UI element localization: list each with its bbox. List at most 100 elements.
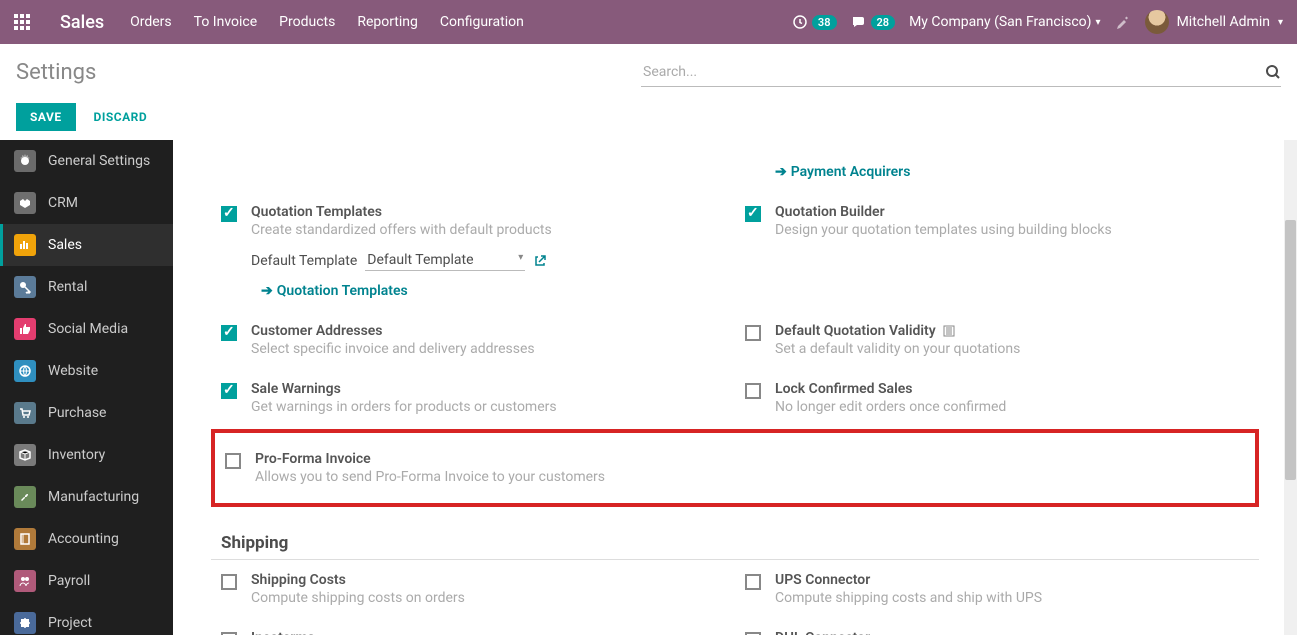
topbar: Sales Orders To Invoice Products Reporti… <box>0 0 1297 44</box>
lock-confirmed-checkbox[interactable] <box>745 383 761 399</box>
user-menu[interactable]: Mitchell Admin ▾ <box>1145 10 1283 34</box>
sidebar-item-website[interactable]: Website <box>0 350 173 392</box>
shipping-costs-checkbox[interactable] <box>221 574 237 590</box>
setting-title: Shipping Costs <box>251 572 725 588</box>
sidebar-item-label: Rental <box>48 279 87 295</box>
wrench-icon <box>14 486 36 508</box>
search-input[interactable] <box>641 58 1265 86</box>
search-icon[interactable] <box>1265 64 1281 80</box>
sidebar-item-label: Payroll <box>48 573 90 589</box>
apps-menu-button[interactable] <box>0 0 44 44</box>
page-title: Settings <box>16 60 96 85</box>
clock-icon <box>792 14 808 30</box>
company-switcher[interactable]: My Company (San Francisco) ▾ <box>909 14 1100 30</box>
content-wrap: ➔ Payment Acquirers Quotation Templates … <box>173 140 1297 635</box>
sidebar-item-social-media[interactable]: Social Media <box>0 308 173 350</box>
quotation-templates-checkbox[interactable] <box>221 206 237 222</box>
sidebar-item-project[interactable]: Project <box>0 602 173 635</box>
sidebar-item-rental[interactable]: Rental <box>0 266 173 308</box>
sidebar-item-label: Sales <box>48 237 82 253</box>
sidebar-item-label: Project <box>48 615 92 631</box>
save-button[interactable]: SAVE <box>16 103 76 131</box>
nav-products[interactable]: Products <box>279 14 335 30</box>
setting-title: Pro-Forma Invoice <box>255 451 725 467</box>
sidebar-item-sales[interactable]: Sales <box>0 224 173 266</box>
quotation-builder-checkbox[interactable] <box>745 206 761 222</box>
debug-icon[interactable] <box>1115 14 1131 30</box>
content-scroll[interactable]: ➔ Payment Acquirers Quotation Templates … <box>187 140 1283 635</box>
sidebar-item-manufacturing[interactable]: Manufacturing <box>0 476 173 518</box>
box-icon <box>14 444 36 466</box>
arrow-right-icon: ➔ <box>261 283 273 299</box>
enterprise-icon <box>942 324 956 338</box>
arrow-right-icon: ➔ <box>775 164 787 180</box>
sidebar-item-crm[interactable]: CRM <box>0 182 173 224</box>
ups-connector-checkbox[interactable] <box>745 574 761 590</box>
setting-desc: No longer edit orders once confirmed <box>775 399 1249 415</box>
sidebar-item-inventory[interactable]: Inventory <box>0 434 173 476</box>
external-link-icon[interactable] <box>533 254 547 268</box>
proforma-highlight: Pro-Forma Invoice Allows you to send Pro… <box>211 429 1259 507</box>
nav-to-invoice[interactable]: To Invoice <box>194 14 258 30</box>
nav-reporting[interactable]: Reporting <box>357 14 418 30</box>
topbar-right: 38 28 My Company (San Francisco) ▾ Mitch… <box>792 10 1297 34</box>
sidebar-item-label: Social Media <box>48 321 128 337</box>
body-area: General Settings CRM Sales Rental Social Med… <box>0 140 1297 635</box>
setting-title: Sale Warnings <box>251 381 725 397</box>
puzzle-icon <box>14 612 36 634</box>
setting-title: Quotation Templates <box>251 204 725 220</box>
default-template-label: Default Template <box>251 253 357 269</box>
user-name: Mitchell Admin <box>1177 14 1270 30</box>
sidebar-item-general-settings[interactable]: General Settings <box>0 140 173 182</box>
proforma-checkbox[interactable] <box>225 453 241 469</box>
setting-desc: Select specific invoice and delivery add… <box>251 341 725 357</box>
avatar <box>1145 10 1169 34</box>
setting-desc: Compute shipping costs on orders <box>251 590 725 606</box>
discard-button[interactable]: DISCARD <box>80 103 162 131</box>
discuss-indicator[interactable]: 28 <box>851 14 896 30</box>
apps-icon <box>14 14 30 30</box>
content-inner: ➔ Payment Acquirers Quotation Templates … <box>187 140 1283 635</box>
customer-addresses-checkbox[interactable] <box>221 325 237 341</box>
setting-title: Incoterms <box>251 630 725 635</box>
handshake-icon <box>14 192 36 214</box>
payment-acquirers-link[interactable]: ➔ Payment Acquirers <box>775 164 1249 180</box>
company-name: My Company (San Francisco) <box>909 14 1091 30</box>
setting-desc: Compute shipping costs and ship with UPS <box>775 590 1249 606</box>
setting-desc: Create standardized offers with default … <box>251 222 725 238</box>
default-template-select[interactable]: Default Template <box>365 250 525 271</box>
setting-title: Quotation Builder <box>775 204 1249 220</box>
default-quotation-validity-checkbox[interactable] <box>745 325 761 341</box>
sidebar-item-accounting[interactable]: Accounting <box>0 518 173 560</box>
nav-configuration[interactable]: Configuration <box>440 14 524 30</box>
discuss-badge: 28 <box>871 15 896 30</box>
sidebar-item-purchase[interactable]: Purchase <box>0 392 173 434</box>
setting-desc: Get warnings in orders for products or c… <box>251 399 725 415</box>
activity-indicator[interactable]: 38 <box>792 14 837 30</box>
app-title[interactable]: Sales <box>44 12 130 33</box>
setting-title: Lock Confirmed Sales <box>775 381 1249 397</box>
sidebar-item-label: Accounting <box>48 531 119 547</box>
search-wrap <box>641 58 1281 87</box>
chevron-down-icon: ▾ <box>1278 17 1283 28</box>
sale-warnings-checkbox[interactable] <box>221 383 237 399</box>
sidebar-item-label: Purchase <box>48 405 106 421</box>
key-icon <box>14 276 36 298</box>
outer-scrollbar[interactable] <box>1284 140 1297 635</box>
sidebar-item-label: General Settings <box>48 153 150 169</box>
sidebar-item-label: Website <box>48 363 98 379</box>
quotation-templates-link[interactable]: ➔ Quotation Templates <box>251 283 725 299</box>
nav-orders[interactable]: Orders <box>130 14 172 30</box>
book-icon <box>14 528 36 550</box>
sidebar-item-label: Inventory <box>48 447 105 463</box>
globe-icon <box>14 360 36 382</box>
settings-sidebar: General Settings CRM Sales Rental Social Med… <box>0 140 173 635</box>
chat-icon <box>851 14 867 30</box>
chevron-down-icon: ▾ <box>1096 17 1101 28</box>
sidebar-item-payroll[interactable]: Payroll <box>0 560 173 602</box>
sidebar-item-label: CRM <box>48 195 78 211</box>
chart-icon <box>14 234 36 256</box>
people-icon <box>14 570 36 592</box>
gear-icon <box>14 150 36 172</box>
thumb-icon <box>14 318 36 340</box>
